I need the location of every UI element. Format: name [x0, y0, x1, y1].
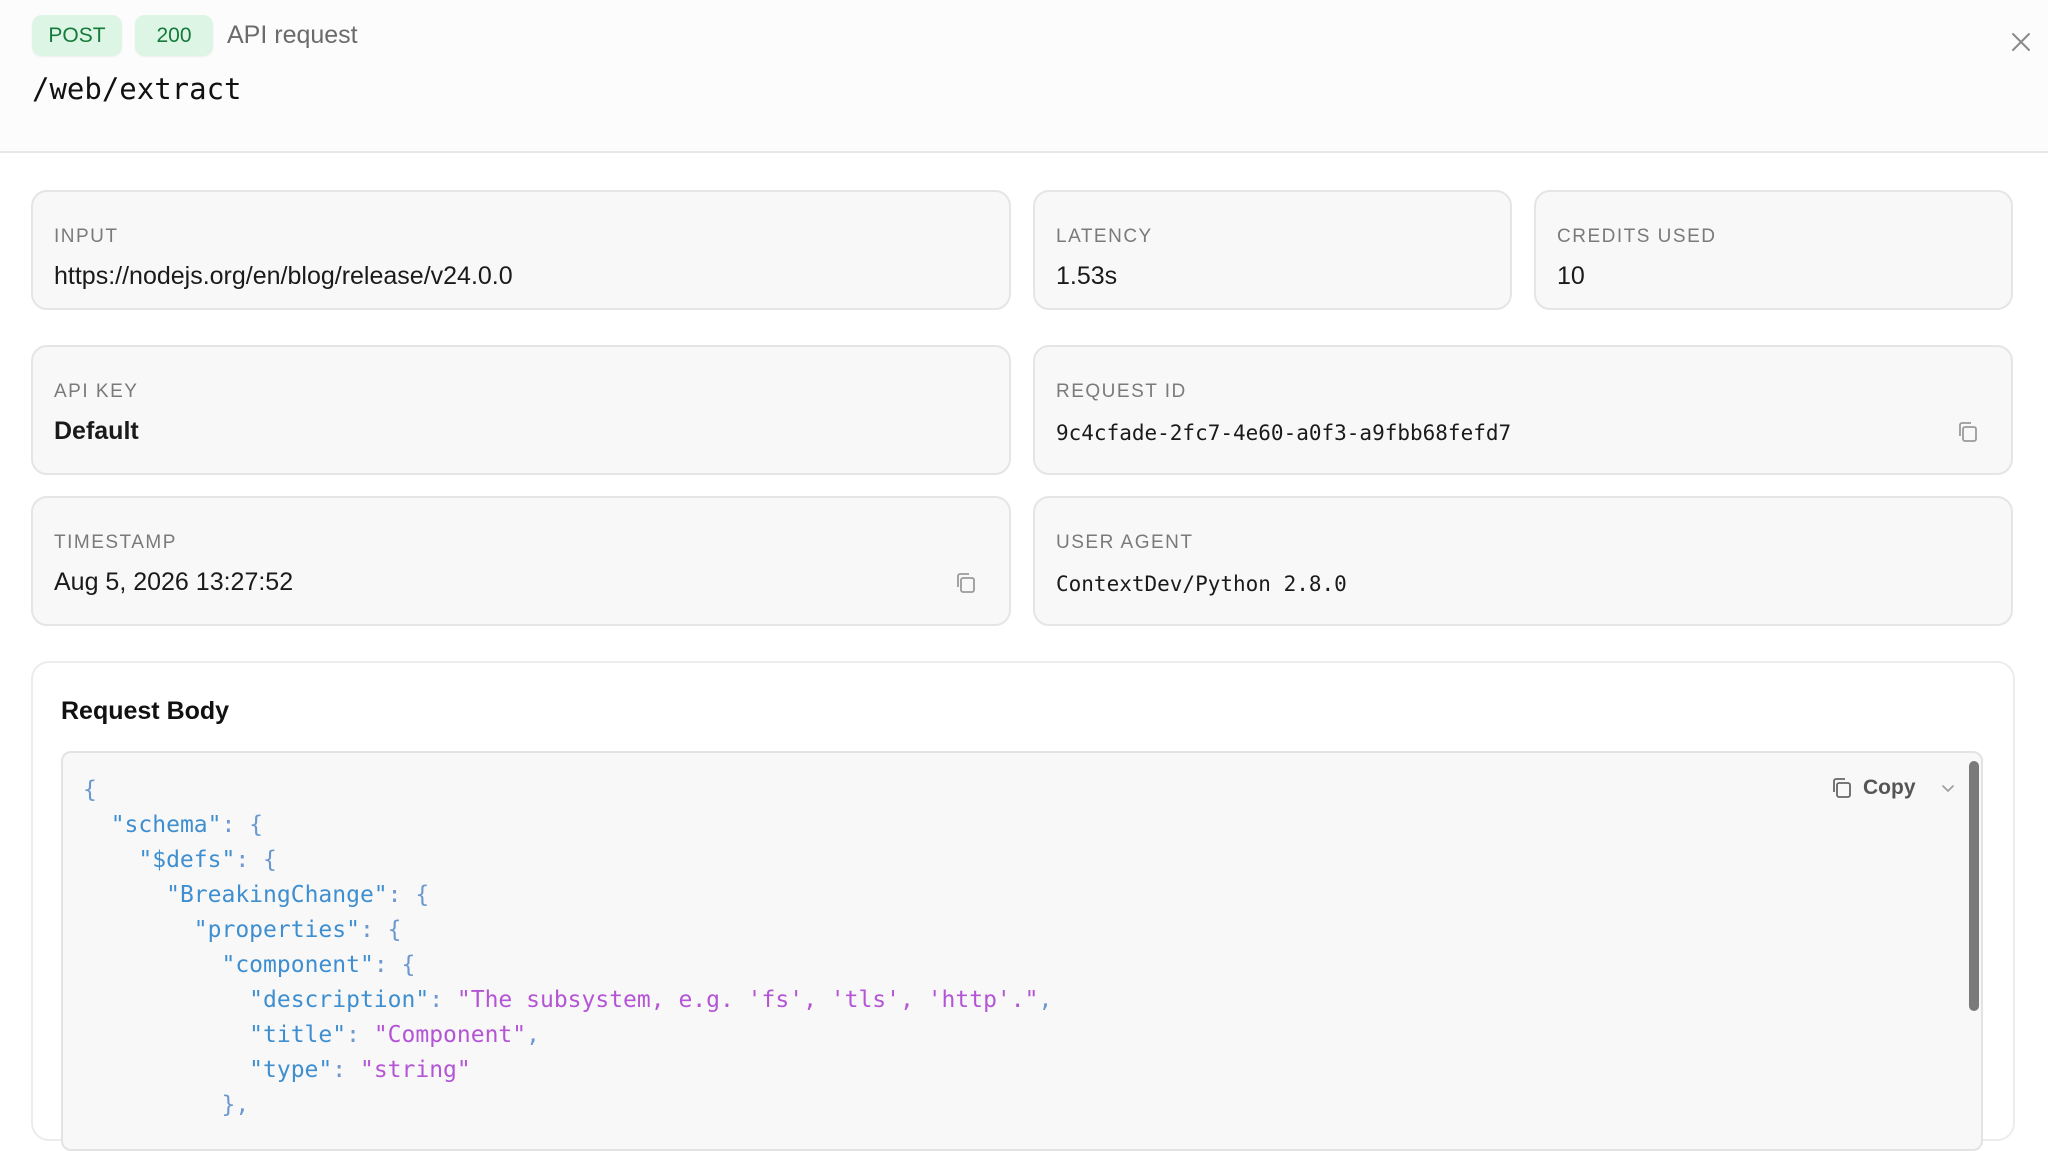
json-punctuation: : [332, 1057, 360, 1083]
credits-value: 10 [1557, 262, 1585, 290]
close-button[interactable] [2006, 27, 2036, 57]
code-line: }, [83, 1088, 1052, 1123]
json-punctuation: : { [359, 917, 402, 943]
endpoint-path: /web/extract [32, 72, 242, 106]
copy-request-id-button[interactable] [1955, 419, 1981, 445]
code-line: "title": "Component", [83, 1018, 1052, 1053]
copy-icon [957, 573, 975, 593]
user-agent-card: USER AGENT ContextDev/Python 2.8.0 [1033, 496, 2013, 626]
api-key-value: Default [54, 417, 139, 445]
json-punctuation: : { [387, 882, 430, 908]
json-punctuation: { [83, 777, 97, 803]
code-line: "component": { [83, 948, 1052, 983]
copy-code-label: Copy [1863, 776, 1916, 799]
request-id-label: REQUEST ID [1056, 381, 1187, 402]
user-agent-value: ContextDev/Python 2.8.0 [1056, 572, 1347, 596]
timestamp-label: TIMESTAMP [54, 532, 177, 553]
code-line: "BreakingChange": { [83, 878, 1052, 913]
json-string: "The subsystem, e.g. 'fs', 'tls', 'http'… [456, 987, 1039, 1013]
close-icon [2012, 33, 2030, 51]
json-key: "BreakingChange" [166, 882, 388, 908]
credits-card: CREDITS USED 10 [1534, 190, 2013, 310]
json-key: "title" [249, 1022, 347, 1048]
code-line: "$defs": { [83, 843, 1052, 878]
request-header: POST 200 API request /web/extract [0, 0, 2048, 153]
code-scrollbar[interactable] [1969, 761, 1979, 1145]
json-punctuation: : { [235, 847, 277, 873]
code-line: "schema": { [83, 808, 1052, 843]
latency-card: LATENCY 1.53s [1033, 190, 1512, 310]
request-body-card: Request Body { "schema": { "$defs": { "B… [31, 661, 2015, 1151]
credits-label: CREDITS USED [1557, 226, 1717, 247]
timestamp-value: Aug 5, 2026 13:27:52 [54, 568, 294, 596]
copy-icon [1959, 422, 1977, 442]
json-punctuation: : { [221, 812, 264, 838]
json-string: "Component" [373, 1022, 527, 1048]
copy-code-button[interactable]: Copy [1831, 771, 1956, 805]
json-key: "description" [249, 987, 430, 1013]
status-badge: 200 [135, 15, 213, 56]
latency-value: 1.53s [1056, 262, 1118, 290]
chevron-down-icon[interactable] [1940, 780, 1956, 796]
copy-icon [1833, 778, 1851, 798]
copy-timestamp-button[interactable] [953, 570, 979, 596]
json-string: "string" [359, 1057, 471, 1083]
header-label: API request [227, 21, 358, 49]
api-key-card: API KEY Default [31, 345, 1011, 475]
latency-label: LATENCY [1056, 226, 1153, 247]
timestamp-card: TIMESTAMP Aug 5, 2026 13:27:52 [31, 496, 1011, 626]
api-key-label: API KEY [54, 381, 139, 402]
json-punctuation: , [1038, 987, 1053, 1013]
request-body-title: Request Body [61, 697, 230, 725]
request-id-card: REQUEST ID 9c4cfade-2fc7-4e60-a0f3-a9fbb… [1033, 345, 2013, 475]
json-key: "$defs" [138, 847, 236, 873]
request-id-value: 9c4cfade-2fc7-4e60-a0f3-a9fbb68fefd7 [1056, 421, 1512, 445]
json-key: "type" [249, 1057, 333, 1083]
json-code-block: { "schema": { "$defs": { "BreakingChange… [83, 773, 1052, 1123]
input-value: https://nodejs.org/en/blog/release/v24.0… [54, 262, 513, 290]
json-punctuation: : [429, 987, 457, 1013]
input-card: INPUT https://nodejs.org/en/blog/release… [31, 190, 1011, 310]
code-line: "type": "string" [83, 1053, 1052, 1088]
scrollbar-thumb[interactable] [1969, 761, 1979, 1011]
code-line: "properties": { [83, 913, 1052, 948]
json-punctuation: }, [221, 1092, 250, 1118]
method-badge: POST [32, 15, 122, 56]
code-line: { [83, 773, 1052, 808]
user-agent-label: USER AGENT [1056, 532, 1194, 553]
input-label: INPUT [54, 226, 119, 247]
code-viewer[interactable]: { "schema": { "$defs": { "BreakingChange… [61, 751, 1983, 1151]
code-line: "description": "The subsystem, e.g. 'fs'… [83, 983, 1052, 1018]
json-key: "schema" [110, 812, 222, 838]
json-punctuation: : [346, 1022, 374, 1048]
json-key: "properties" [193, 917, 360, 943]
json-key: "component" [221, 952, 374, 978]
json-punctuation: , [526, 1022, 540, 1048]
json-punctuation: : { [373, 952, 416, 978]
